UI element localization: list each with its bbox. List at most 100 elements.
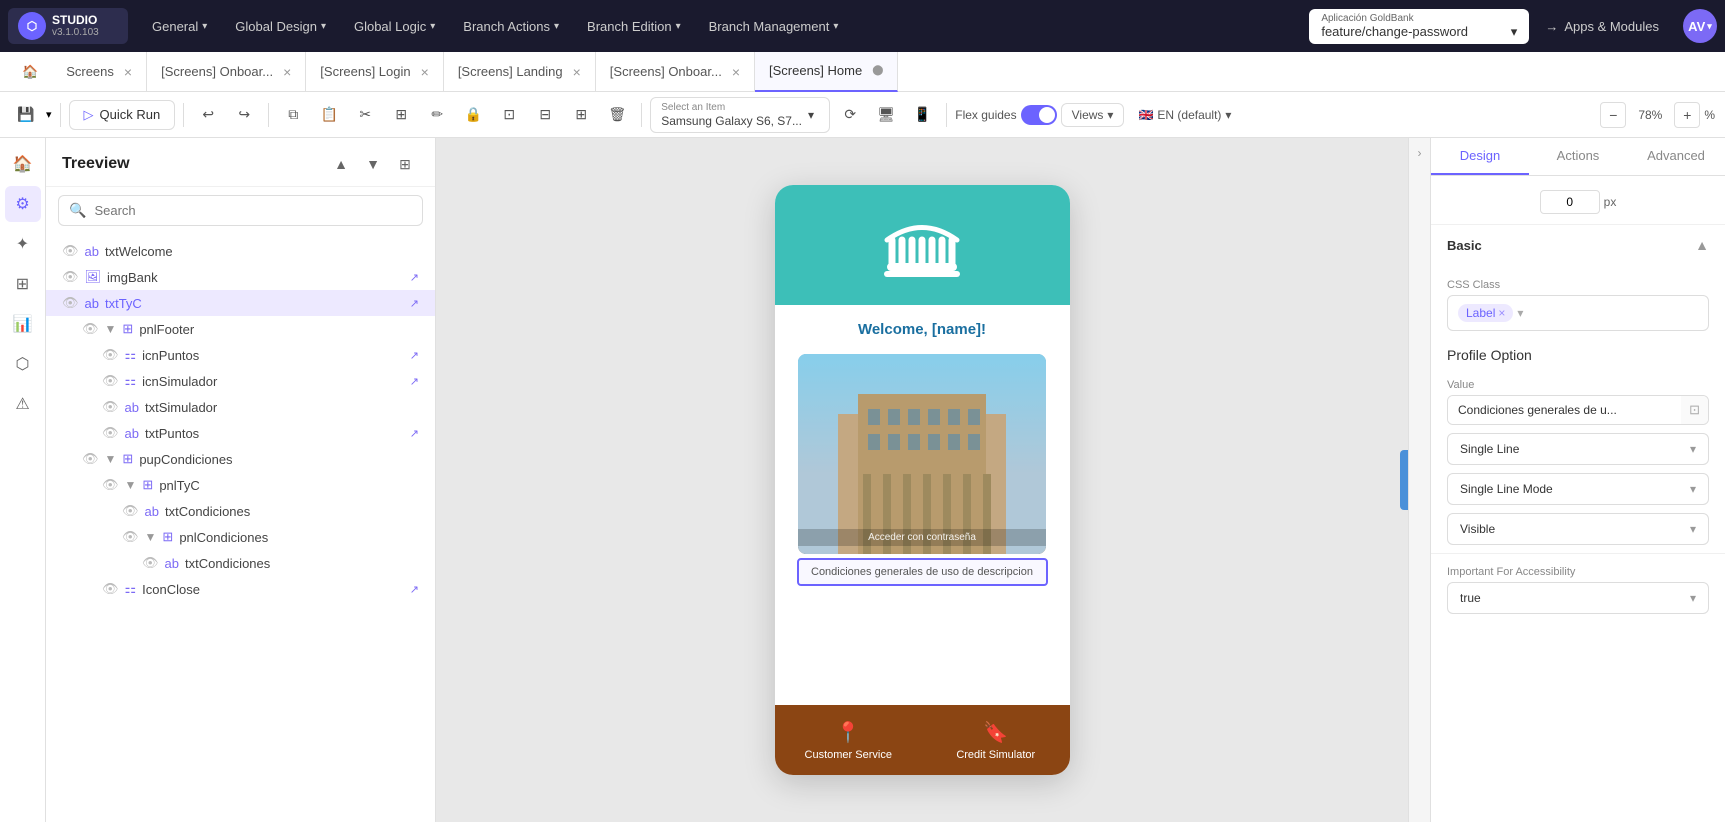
tab-landing[interactable]: [Screens] Landing × — [444, 52, 596, 92]
search-input[interactable] — [94, 203, 412, 218]
tree-item-txtCondiciones-nested[interactable]: 👁 ab txtCondiciones — [46, 550, 435, 576]
components-sidebar-button[interactable]: ⊞ — [5, 266, 41, 302]
tab-actions[interactable]: Actions — [1529, 138, 1627, 175]
layers-sidebar-button[interactable]: ⚙ — [5, 186, 41, 222]
nav-branch-actions[interactable]: Branch Actions ▾ — [451, 13, 571, 40]
language-selector[interactable]: 🇬🇧 EN (default) ▾ — [1128, 104, 1241, 126]
nav-global-logic[interactable]: Global Logic ▾ — [342, 13, 447, 40]
apps-modules-button[interactable]: → Apps & Modules — [1533, 13, 1671, 40]
selected-field[interactable]: Condiciones generales de uso de descripc… — [797, 558, 1048, 586]
canvas-handle[interactable] — [1400, 450, 1408, 510]
right-panel-collapse-button[interactable]: › — [1408, 138, 1430, 822]
quick-run-button[interactable]: ▷ Quick Run — [69, 100, 176, 130]
app-selector[interactable]: Aplicación GoldBank feature/change-passw… — [1309, 9, 1529, 44]
treeview-expand-all[interactable]: ⊞ — [391, 150, 419, 178]
tab-onboard-1-close[interactable]: × — [283, 64, 291, 80]
tree-item-pnlTyC[interactable]: 👁 ▼ ⊞ pnlTyC — [46, 472, 435, 498]
visibility-icon: 👁 — [102, 581, 119, 597]
frame-split-button[interactable]: ⊟ — [529, 99, 561, 131]
align-button[interactable]: ⊞ — [565, 99, 597, 131]
tree-item-txtWelcome[interactable]: 👁 ab txtWelcome — [46, 238, 435, 264]
nav-global-design[interactable]: Global Design ▾ — [223, 13, 338, 40]
zoom-in-button[interactable]: + — [1674, 102, 1700, 128]
single-line-dropdown[interactable]: Single Line ▾ — [1447, 433, 1709, 465]
tab-screens[interactable]: Screens × — [52, 52, 147, 92]
footer-customer-service[interactable]: 📍 Customer Service — [775, 705, 923, 775]
value-input-icon[interactable]: ⊡ — [1681, 396, 1708, 424]
tab-login[interactable]: [Screens] Login × — [306, 52, 444, 92]
delete-button[interactable]: 🗑 — [601, 99, 633, 131]
tree-item-txtPuntos[interactable]: 👁 ab txtPuntos ↗ — [46, 420, 435, 446]
footer-credit-simulator[interactable]: 🔖 Credit Simulator — [922, 705, 1070, 775]
tree-item-txtSimulador[interactable]: 👁 ab txtSimulador — [46, 394, 435, 420]
device-selector[interactable]: Select an Item Samsung Galaxy S6, S7... … — [650, 97, 830, 133]
pencil-button[interactable]: ✏ — [421, 99, 453, 131]
save-button[interactable]: 💾 — [10, 99, 42, 131]
tab-screens-close[interactable]: × — [124, 64, 132, 80]
copy-button[interactable]: ⧉ — [277, 99, 309, 131]
collapse-icon[interactable]: ▼ — [105, 452, 117, 466]
icon-icon: ⚏ — [125, 581, 137, 597]
tag-remove-button[interactable]: × — [1498, 306, 1505, 320]
tree-item-txtTyC[interactable]: 👁 ab txtTyC ↗ — [46, 290, 435, 316]
redo-button[interactable]: ↪ — [228, 99, 260, 131]
warning-sidebar-button[interactable]: ⚠ — [5, 386, 41, 422]
tree-item-icnSimulador[interactable]: 👁 ⚏ icnSimulador ↗ — [46, 368, 435, 394]
tab-login-close[interactable]: × — [421, 64, 429, 80]
tab-design[interactable]: Design — [1431, 138, 1529, 175]
tab-advanced[interactable]: Advanced — [1627, 138, 1725, 175]
nav-general[interactable]: General ▾ — [140, 13, 219, 40]
view-desktop-button[interactable]: 🖥 — [870, 99, 902, 131]
flex-guides-toggle[interactable] — [1021, 105, 1057, 125]
nav-branch-edition[interactable]: Branch Edition ▾ — [575, 13, 693, 40]
save-chevron[interactable]: ▾ — [46, 108, 52, 121]
collapse-icon[interactable]: ▼ — [145, 530, 157, 544]
zoom-out-button[interactable]: − — [1600, 102, 1626, 128]
tree-item-IconClose[interactable]: 👁 ⚏ IconClose ↗ — [46, 576, 435, 602]
tab-onboard-2[interactable]: [Screens] Onboar... × — [596, 52, 755, 92]
tree-item-pnlCondiciones[interactable]: 👁 ▼ ⊞ pnlCondiciones — [46, 524, 435, 550]
frame-button[interactable]: ⊡ — [493, 99, 525, 131]
tree-item-icnPuntos[interactable]: 👁 ⚏ icnPuntos ↗ — [46, 342, 435, 368]
single-line-mode-dropdown[interactable]: Single Line Mode ▾ — [1447, 473, 1709, 505]
value-label: Value — [1447, 379, 1709, 391]
tab-home[interactable]: [Screens] Home ⬤ — [755, 52, 898, 92]
px-input[interactable] — [1540, 190, 1600, 214]
collapse-icon[interactable]: ▼ — [125, 478, 137, 492]
nav-branch-management[interactable]: Branch Management ▾ — [697, 13, 851, 40]
collapse-icon[interactable]: ▼ — [105, 322, 117, 336]
tab-login-label: [Screens] Login — [320, 64, 410, 79]
tree-item-pnlFooter[interactable]: 👁 ▼ ⊞ pnlFooter — [46, 316, 435, 342]
app-logo[interactable]: ⬡ STUDIO v3.1.0.103 — [8, 8, 128, 44]
view-mobile-button[interactable]: 📱 — [906, 99, 938, 131]
data-sidebar-button[interactable]: 📊 — [5, 306, 41, 342]
value-input[interactable] — [1448, 396, 1681, 424]
tab-onboard-2-close[interactable]: × — [732, 64, 740, 80]
undo-button[interactable]: ↩ — [192, 99, 224, 131]
tab-onboard-1[interactable]: [Screens] Onboar... × — [147, 52, 306, 92]
basic-section-collapse[interactable]: ▲ — [1695, 237, 1709, 253]
cut-button[interactable]: ✂ — [349, 99, 381, 131]
css-class-input[interactable]: Label × ▾ — [1447, 295, 1709, 331]
visible-dropdown[interactable]: Visible ▾ — [1447, 513, 1709, 545]
treeview-collapse-up[interactable]: ▲ — [327, 150, 355, 178]
logo-version: v3.1.0.103 — [52, 27, 99, 39]
design-sidebar-button[interactable]: ✦ — [5, 226, 41, 262]
tab-home-circle[interactable]: ⬤ — [872, 65, 883, 76]
logic-sidebar-button[interactable]: ⬡ — [5, 346, 41, 382]
tree-item-pupCondiciones[interactable]: 👁 ▼ ⊞ pupCondiciones — [46, 446, 435, 472]
tab-landing-close[interactable]: × — [573, 64, 581, 80]
treeview-collapse-down[interactable]: ▼ — [359, 150, 387, 178]
tab-home-icon[interactable]: 🏠 — [8, 52, 52, 92]
tag-dropdown[interactable]: ▾ — [1517, 306, 1523, 320]
tree-item-txtCondiciones[interactable]: 👁 ab txtCondiciones — [46, 498, 435, 524]
accessibility-dropdown[interactable]: true ▾ — [1447, 582, 1709, 614]
lock-button[interactable]: 🔒 — [457, 99, 489, 131]
home-sidebar-button[interactable]: 🏠 — [5, 146, 41, 182]
views-button[interactable]: Views ▾ — [1061, 103, 1125, 127]
component-button[interactable]: ⊞ — [385, 99, 417, 131]
paste-button[interactable]: 📋 — [313, 99, 345, 131]
refresh-button[interactable]: ⟳ — [834, 99, 866, 131]
tree-item-imgBank[interactable]: 👁 🖼 imgBank ↗ — [46, 264, 435, 290]
avatar-button[interactable]: AV ▾ — [1683, 9, 1717, 43]
